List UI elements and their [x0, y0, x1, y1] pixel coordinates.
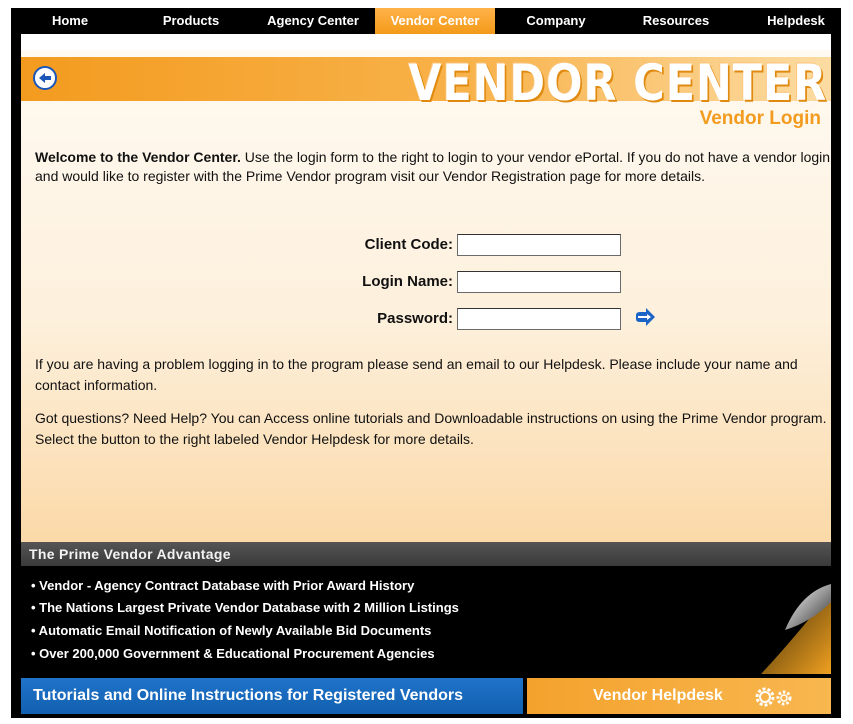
nav-agency-center[interactable]: Agency Center — [257, 8, 369, 34]
nav-vendor-center[interactable]: Vendor Center — [375, 8, 495, 34]
login-submit-button[interactable] — [633, 308, 657, 330]
page-curl-image — [761, 584, 831, 674]
nav-products[interactable]: Products — [141, 8, 241, 34]
password-input[interactable] — [457, 308, 621, 330]
client-code-label: Client Code: — [364, 236, 453, 253]
password-label: Password: — [377, 310, 453, 327]
client-code-input[interactable] — [457, 234, 621, 256]
vendor-helpdesk-label: Vendor Helpdesk — [593, 687, 723, 704]
back-arrow-button[interactable] — [33, 66, 57, 90]
left-arrow-icon — [39, 73, 51, 83]
nav-home[interactable]: Home — [25, 8, 115, 34]
advantage-item: • Over 200,000 Government & Educational … — [31, 646, 435, 661]
advantage-item: • Automatic Email Notification of Newly … — [31, 623, 432, 638]
login-name-input[interactable] — [457, 271, 621, 293]
nav-company[interactable]: Company — [511, 8, 601, 34]
content-panel: VENDOR CENTER Vendor Login Welcome to th… — [21, 50, 831, 542]
advantage-item: • Vendor - Agency Contract Database with… — [31, 578, 415, 593]
login-name-row: Login Name: — [21, 271, 831, 295]
nav-resources[interactable]: Resources — [631, 8, 721, 34]
spacer-band — [21, 34, 831, 50]
client-code-row: Client Code: — [21, 234, 831, 258]
login-name-label: Login Name: — [362, 273, 453, 290]
advantage-header: The Prime Vendor Advantage — [21, 542, 831, 566]
intro-bold: Welcome to the Vendor Center. — [35, 149, 241, 165]
page-subtitle: Vendor Login — [699, 108, 821, 129]
advantage-list: • Vendor - Agency Contract Database with… — [21, 566, 831, 674]
page-banner-title: VENDOR CENTER — [408, 54, 827, 112]
tutorials-button[interactable]: Tutorials and Online Instructions for Re… — [21, 678, 523, 714]
advantage-item: • The Nations Largest Private Vendor Dat… — [31, 600, 459, 615]
gears-icon — [755, 687, 792, 707]
page-frame: Home Products Agency Center Vendor Cente… — [11, 8, 841, 718]
vendor-helpdesk-button[interactable]: Vendor Helpdesk — [527, 678, 831, 714]
top-nav: Home Products Agency Center Vendor Cente… — [11, 8, 841, 34]
nav-helpdesk[interactable]: Helpdesk — [751, 8, 841, 34]
vendor-center-banner: VENDOR CENTER — [21, 57, 831, 109]
password-row: Password: — [21, 308, 831, 332]
right-arrow-icon — [636, 308, 655, 326]
intro-text: Welcome to the Vendor Center. Use the lo… — [35, 148, 835, 186]
bottom-buttons: Tutorials and Online Instructions for Re… — [21, 678, 831, 718]
help-questions-text: Got questions? Need Help? You can Access… — [35, 410, 827, 447]
login-problem-text: If you are having a problem logging in t… — [35, 356, 798, 393]
